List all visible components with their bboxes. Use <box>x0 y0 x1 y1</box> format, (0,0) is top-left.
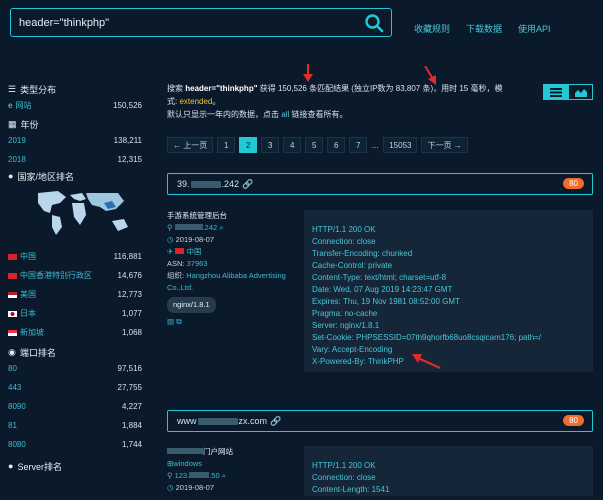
page-button[interactable]: 1 <box>217 137 236 153</box>
plane-icon: ✈ <box>167 247 174 256</box>
pagination: ← 上一页 1 2 3 4 5 6 7 ... 15053 下一页 → <box>167 137 468 153</box>
prev-page-button[interactable]: ← 上一页 <box>167 137 214 153</box>
page-button[interactable]: 5 <box>305 137 324 153</box>
page-button-current[interactable]: 2 <box>239 137 258 153</box>
page-button[interactable]: 7 <box>349 137 368 153</box>
document-icon[interactable]: ▤ <box>167 317 174 326</box>
year-section-title: ▦ 年份 <box>8 118 39 130</box>
last-page-button[interactable]: 15053 <box>383 137 418 153</box>
usa-flag-icon <box>8 291 17 298</box>
type-section-title: ☰ 类型分布 <box>8 83 57 95</box>
response-headers: HTTP/1.1 200 OK Connection: close Conten… <box>304 446 593 496</box>
next-page-button[interactable]: 下一页 → <box>421 137 468 153</box>
masked-domain <box>197 417 238 425</box>
asn-link[interactable]: 37963 <box>187 259 208 268</box>
singapore-flag-icon <box>8 329 17 336</box>
search-input[interactable] <box>19 9 359 36</box>
country-row-china[interactable]: 中国 116,881 <box>8 247 142 266</box>
link-icon[interactable]: 🔗 <box>242 179 253 190</box>
world-map <box>38 191 128 235</box>
masked-title <box>167 448 203 454</box>
score-badge: 80 <box>563 415 584 426</box>
page-ellipsis: ... <box>371 140 379 150</box>
download-data-link[interactable]: 下载数据 <box>466 22 502 35</box>
clock-icon: ◷ <box>167 235 174 244</box>
result-title: 门户网站 <box>203 447 233 456</box>
link-icon[interactable]: 🔗 <box>270 416 281 427</box>
globe-icon: ● <box>8 461 14 471</box>
org-link[interactable]: Hangzhou Alibaba Advertising Co.,Ltd. <box>167 271 286 292</box>
port-row[interactable]: 8080 1,744 <box>8 435 142 454</box>
page-button[interactable]: 3 <box>261 137 280 153</box>
port-row[interactable]: 80 97,516 <box>8 359 142 378</box>
share-icon[interactable]: ⧉ <box>176 317 181 326</box>
china-flag-icon <box>8 253 17 260</box>
port-row[interactable]: 81 1,884 <box>8 416 142 435</box>
country-row-hongkong[interactable]: 中国香港特别行政区 14,676 <box>8 266 142 285</box>
country-section-title: ● 国家/地区排名 <box>8 171 74 182</box>
hongkong-flag-icon <box>8 272 17 279</box>
top-bar: 收藏规则 下载数据 使用API <box>0 0 603 50</box>
response-headers: HTTP/1.1 200 OK Connection: close Transf… <box>304 210 593 372</box>
server-tag[interactable]: nginx/1.8.1 <box>167 297 216 313</box>
chart-view-button[interactable] <box>568 84 593 100</box>
country-row-japan[interactable]: 日本 1,077 <box>8 304 142 323</box>
port-row[interactable]: 443 27,755 <box>8 378 142 397</box>
port-row[interactable]: 8090 4,227 <box>8 397 142 416</box>
japan-flag-icon <box>8 310 17 317</box>
type-row-website[interactable]: e 网站 150,526 <box>8 96 142 115</box>
page-button[interactable]: 4 <box>283 137 302 153</box>
search-summary: 搜索 header="thinkphp" 获得 150,526 条匹配结果 (独… <box>167 84 503 119</box>
search-icon[interactable]: ⌕ <box>219 223 223 232</box>
annotation-arrow <box>303 64 313 82</box>
server-section-title: ● Server排名 <box>8 461 62 472</box>
year-row[interactable]: 2018 12,315 <box>8 150 142 169</box>
port-section-title: ◉ 端口排名 <box>8 346 56 358</box>
search-box <box>10 8 392 37</box>
clock-icon: ◷ <box>167 483 174 492</box>
search-icon[interactable] <box>364 13 384 33</box>
main-content: 搜索 header="thinkphp" 获得 150,526 条匹配结果 (独… <box>167 82 593 496</box>
result-ip-link[interactable]: .50 <box>209 471 219 480</box>
sidebar: ☰ 类型分布 e 网站 150,526 ▦ 年份 2019 138,211 2018 … <box>8 82 142 473</box>
score-badge: 80 <box>563 178 584 189</box>
favorite-rule-link[interactable]: 收藏规则 <box>414 22 450 35</box>
country-row-usa[interactable]: 美国 12,773 <box>8 285 142 304</box>
masked-ip <box>174 224 203 230</box>
ie-icon: e <box>8 101 13 110</box>
result-ip-link[interactable]: .242 <box>203 223 218 232</box>
result-host-bar[interactable]: 39. .242 🔗 80 <box>167 173 593 195</box>
location-pin-icon: ⚲ <box>167 223 173 232</box>
masked-ip <box>189 472 210 478</box>
list-view-button[interactable] <box>543 84 568 100</box>
use-api-link[interactable]: 使用API <box>518 22 551 35</box>
list-icon: ☰ <box>8 83 17 94</box>
result-meta: 门户网站 ⊞windows ⚲ 123. .50 ⌕ ◷ 2019-08-07 <box>167 447 233 492</box>
result-host-bar[interactable]: www zx.com 🔗 80 <box>167 410 593 432</box>
globe-icon: ● <box>8 171 14 181</box>
calendar-icon: ▦ <box>8 118 17 129</box>
page-button[interactable]: 6 <box>327 137 346 153</box>
search-icon[interactable]: ⌕ <box>222 471 226 480</box>
list-icon <box>549 87 562 97</box>
china-flag-icon <box>175 248 185 254</box>
port-icon: ◉ <box>8 346 16 357</box>
result-title: 手游系统管理后台 <box>167 211 227 220</box>
result-meta: 手游系统管理后台 ⚲ .242 ⌕ ◷ 2019-08-07 ✈ 中国 ASN:… <box>167 210 297 328</box>
annotation-arrow <box>424 66 436 85</box>
area-chart-icon <box>574 88 587 97</box>
masked-ip <box>190 180 221 188</box>
annotation-arrow <box>412 354 441 370</box>
country-row-singapore[interactable]: 新加坡 1,068 <box>8 323 142 342</box>
year-row[interactable]: 2019 138,211 <box>8 131 142 150</box>
location-pin-icon: ⚲ <box>167 471 173 480</box>
